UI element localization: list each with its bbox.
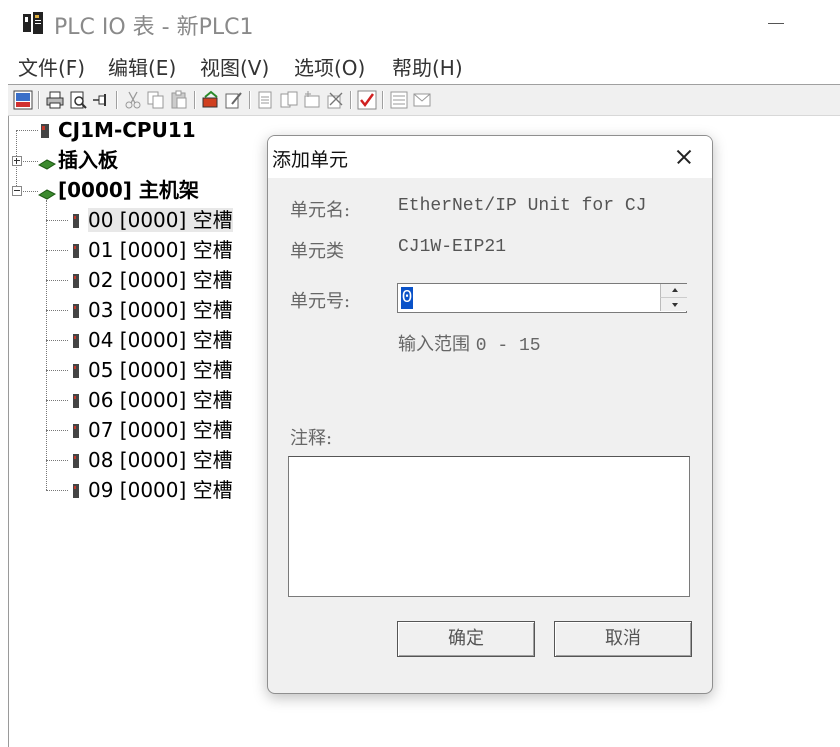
- comment-label: 注释:: [290, 428, 333, 449]
- slot-icon: [72, 243, 80, 262]
- slot-icon: [72, 213, 80, 232]
- spin-up-icon[interactable]: [660, 284, 687, 298]
- unit-number-stepper: 0: [397, 283, 687, 313]
- unit-name-value: EtherNet/IP Unit for CJ: [398, 196, 647, 216]
- tree-node-slot[interactable]: 08 [0000] 空槽: [88, 448, 233, 472]
- minimize-button[interactable]: [754, 6, 800, 40]
- slot-icon: [72, 363, 80, 382]
- cpu-icon: [40, 123, 50, 142]
- dialog-title: 添加单元: [272, 149, 349, 171]
- menu-help[interactable]: 帮助(H): [392, 52, 463, 81]
- tree-node-slot[interactable]: 06 [0000] 空槽: [88, 388, 233, 412]
- tree-node-slot[interactable]: 00 [0000] 空槽: [88, 208, 233, 232]
- slot-icon: [72, 393, 80, 412]
- delete-icon[interactable]: [325, 90, 345, 110]
- ncps-icon[interactable]: [13, 90, 33, 110]
- slot-icon: [72, 483, 80, 502]
- ok-button[interactable]: 确定: [397, 621, 535, 657]
- cancel-button[interactable]: 取消: [554, 621, 692, 657]
- unit-name-label: 单元名:: [290, 200, 351, 221]
- menu-view[interactable]: 视图(V): [200, 52, 269, 81]
- tree-node-slot[interactable]: 01 [0000] 空槽: [88, 238, 233, 262]
- slot-icon: [72, 333, 80, 352]
- comment-textarea[interactable]: [288, 456, 690, 597]
- transfer-icon[interactable]: [201, 90, 221, 110]
- unit-number-label: 单元号:: [290, 291, 351, 312]
- background-window-edge: 刂: [0, 8, 6, 37]
- pin-icon[interactable]: [91, 90, 111, 110]
- tree-node-slot[interactable]: 09 [0000] 空槽: [88, 478, 233, 502]
- collapse-rack-toggle[interactable]: [12, 186, 22, 196]
- unit-info-icon[interactable]: [256, 90, 276, 110]
- check-icon[interactable]: [357, 90, 377, 110]
- close-icon[interactable]: [665, 140, 705, 174]
- tree-node-slot[interactable]: 04 [0000] 空槽: [88, 328, 233, 352]
- unit-new-icon[interactable]: [302, 90, 322, 110]
- unit-number-input[interactable]: [400, 286, 655, 310]
- range-label: 输入范围: [398, 334, 470, 355]
- tree-node-slot[interactable]: 07 [0000] 空槽: [88, 418, 233, 442]
- slot-icon: [72, 423, 80, 442]
- download-icon[interactable]: [389, 90, 409, 110]
- unit-number-selection: 0: [401, 287, 413, 309]
- tree-node-plugin-board[interactable]: 插入板: [58, 148, 118, 172]
- cut-icon[interactable]: [123, 90, 143, 110]
- menu-options[interactable]: 选项(O): [294, 52, 365, 81]
- unit-type-label: 单元类: [290, 241, 344, 262]
- expand-plugin-board-toggle[interactable]: [12, 156, 22, 166]
- slot-icon: [72, 303, 80, 322]
- tree-node-main-rack[interactable]: [0000] 主机架: [58, 178, 199, 202]
- menu-edit[interactable]: 编辑(E): [108, 52, 176, 81]
- tree-node-cpu[interactable]: CJ1M-CPU11: [58, 118, 196, 142]
- unit-type-value: CJ1W-EIP21: [398, 237, 507, 257]
- print-preview-icon[interactable]: [68, 90, 88, 110]
- plc-app-icon: [22, 10, 48, 36]
- copy-icon[interactable]: [146, 90, 166, 110]
- add-unit-dialog: 添加单元 单元名: EtherNet/IP Unit for CJ 单元类 CJ…: [267, 135, 713, 694]
- range-value: 0 - 15: [475, 336, 541, 356]
- unit-compare-icon[interactable]: [279, 90, 299, 110]
- tree-node-slot[interactable]: 05 [0000] 空槽: [88, 358, 233, 382]
- edit-icon[interactable]: [224, 90, 244, 110]
- spin-down-icon[interactable]: [660, 298, 687, 311]
- slot-icon: [72, 273, 80, 292]
- menu-bar: 文件(F) 编辑(E) 视图(V) 选项(O) 帮助(H): [8, 48, 840, 82]
- range-hint: 输入范围 0 - 15: [398, 330, 541, 356]
- board-icon: [37, 186, 57, 205]
- toolbar: [8, 84, 840, 116]
- tree-node-slot[interactable]: 03 [0000] 空槽: [88, 298, 233, 322]
- print-icon[interactable]: [45, 90, 65, 110]
- tree-node-slot[interactable]: 02 [0000] 空槽: [88, 268, 233, 292]
- board-icon: [37, 156, 57, 175]
- slot-icon: [72, 453, 80, 472]
- window-title: PLC IO 表 - 新PLC1: [54, 15, 254, 40]
- upload-icon[interactable]: [412, 90, 432, 110]
- paste-icon[interactable]: [169, 90, 189, 110]
- menu-file[interactable]: 文件(F): [18, 52, 85, 81]
- dialog-title-bar: 添加单元: [268, 136, 712, 178]
- title-bar: PLC IO 表 - 新PLC1: [8, 0, 840, 46]
